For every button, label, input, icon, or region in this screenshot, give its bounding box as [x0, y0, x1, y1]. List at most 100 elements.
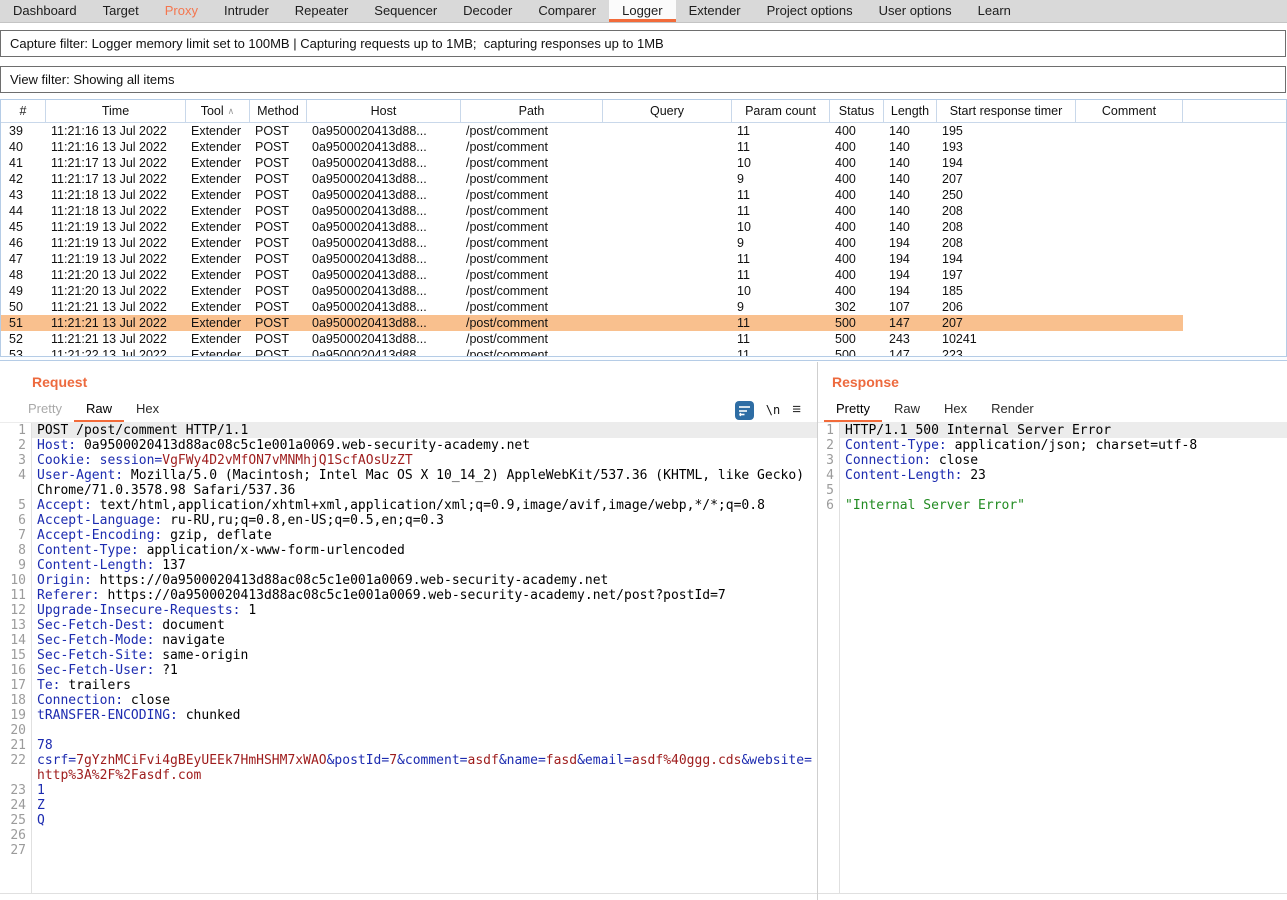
tab-hex[interactable]: Hex [124, 398, 171, 422]
view-filter-bar[interactable]: View filter: Showing all items [0, 66, 1286, 93]
column-header-param-count[interactable]: Param count [732, 100, 830, 122]
cell-status: 400 [830, 203, 884, 219]
column-header-path[interactable]: Path [461, 100, 603, 122]
cell-host: 0a9500020413d88... [307, 251, 461, 267]
line-number: 18 [0, 693, 32, 708]
tab-extender[interactable]: Extender [676, 0, 754, 22]
code-segment: POST /post/comment HTTP/1.1 [37, 423, 248, 438]
table-row[interactable]: 4311:21:18 13 Jul 2022ExtenderPOST0a9500… [1, 187, 1183, 203]
code-segment: Mozilla/5.0 (Macintosh; Intel Mac OS X 1… [131, 468, 804, 483]
code-line: Sec-Fetch-Dest: document [32, 618, 817, 633]
cell-time: 11:21:19 13 Jul 2022 [46, 235, 186, 251]
editor-menu-icon[interactable]: ≡ [792, 400, 801, 420]
table-row[interactable]: 3911:21:16 13 Jul 2022ExtenderPOST0a9500… [1, 123, 1183, 139]
tab-pretty[interactable]: Pretty [824, 398, 882, 422]
table-row[interactable]: 5011:21:21 13 Jul 2022ExtenderPOST0a9500… [1, 299, 1183, 315]
cell-time: 11:21:16 13 Jul 2022 [46, 139, 186, 155]
code-segment: ?1 [162, 663, 178, 678]
tab-learn[interactable]: Learn [965, 0, 1024, 22]
cell-time: 11:21:21 13 Jul 2022 [46, 331, 186, 347]
newline-toggle-icon[interactable]: \n [766, 403, 780, 417]
cell-path: /post/comment [461, 203, 603, 219]
code-line: Host: 0a9500020413d88ac08c5c1e001a0069.w… [32, 438, 817, 453]
code-segment: 0a9500020413d88ac08c5c1e001a0069.web-sec… [84, 438, 530, 453]
editor-line: Chrome/71.0.3578.98 Safari/537.36 [0, 483, 817, 498]
cell-comment [1076, 139, 1183, 155]
tab-user-options[interactable]: User options [866, 0, 965, 22]
tab-logger[interactable]: Logger [609, 0, 675, 22]
response-editor[interactable]: 1HTTP/1.1 500 Internal Server Error2Cont… [818, 422, 1287, 894]
editor-line: 231 [0, 783, 817, 798]
tab-render[interactable]: Render [979, 398, 1046, 422]
cell-comment [1076, 171, 1183, 187]
code-line: Cookie: session=VgFWy4D2vMfON7vMNMhjQ1Sc… [32, 453, 817, 468]
table-row[interactable]: 5111:21:21 13 Jul 2022ExtenderPOST0a9500… [1, 315, 1183, 331]
table-row[interactable]: 4611:21:19 13 Jul 2022ExtenderPOST0a9500… [1, 235, 1183, 251]
horizontal-splitter[interactable] [0, 356, 1287, 361]
column-header-query[interactable]: Query [603, 100, 732, 122]
cell-length: 194 [884, 235, 937, 251]
tab-pretty[interactable]: Pretty [16, 398, 74, 422]
line-number: 16 [0, 663, 32, 678]
tab-target[interactable]: Target [90, 0, 152, 22]
code-segment: https://0a9500020413d88ac08c5c1e001a0069… [100, 573, 609, 588]
code-segment: 1 [248, 603, 256, 618]
tab-repeater[interactable]: Repeater [282, 0, 361, 22]
code-segment: asdf [468, 753, 499, 768]
code-line [32, 843, 817, 858]
table-row[interactable]: 4011:21:16 13 Jul 2022ExtenderPOST0a9500… [1, 139, 1183, 155]
code-line: 78 [32, 738, 817, 753]
tab-comparer[interactable]: Comparer [525, 0, 609, 22]
tab-hex[interactable]: Hex [932, 398, 979, 422]
cell-timer: 206 [937, 299, 1076, 315]
table-row[interactable]: 5311:21:22 13 Jul 2022ExtenderPOST0a9500… [1, 347, 1183, 356]
table-row[interactable]: 4511:21:19 13 Jul 2022ExtenderPOST0a9500… [1, 219, 1183, 235]
column-header-method[interactable]: Method [250, 100, 307, 122]
code-segment: close [131, 693, 170, 708]
code-segment: Chrome/71.0.3578.98 Safari/537.36 [37, 483, 295, 498]
column-header-start-response-timer[interactable]: Start response timer [937, 100, 1076, 122]
tab-sequencer[interactable]: Sequencer [361, 0, 450, 22]
code-segment: User-Agent: [37, 468, 131, 483]
table-row[interactable]: 4411:21:18 13 Jul 2022ExtenderPOST0a9500… [1, 203, 1183, 219]
table-row[interactable]: 4211:21:17 13 Jul 2022ExtenderPOST0a9500… [1, 171, 1183, 187]
capture-filter-bar[interactable]: Capture filter: Logger memory limit set … [0, 30, 1286, 57]
table-row[interactable]: 4911:21:20 13 Jul 2022ExtenderPOST0a9500… [1, 283, 1183, 299]
column-header-num[interactable]: # [1, 100, 46, 122]
table-row[interactable]: 4711:21:19 13 Jul 2022ExtenderPOST0a9500… [1, 251, 1183, 267]
cell-query [603, 251, 732, 267]
line-number: 24 [0, 798, 32, 813]
column-header-tool[interactable]: Tool∧ [186, 100, 250, 122]
cell-param_count: 11 [732, 315, 830, 331]
editor-line: 12Upgrade-Insecure-Requests: 1 [0, 603, 817, 618]
tab-raw[interactable]: Raw [74, 398, 124, 422]
code-segment: Accept-Language: [37, 513, 170, 528]
tab-dashboard[interactable]: Dashboard [0, 0, 90, 22]
code-line: 1 [32, 783, 817, 798]
column-header-time[interactable]: Time [46, 100, 186, 122]
cell-status: 400 [830, 187, 884, 203]
cell-comment [1076, 187, 1183, 203]
cell-query [603, 331, 732, 347]
tab-decoder[interactable]: Decoder [450, 0, 525, 22]
cell-method: POST [250, 235, 307, 251]
column-header-length[interactable]: Length [884, 100, 937, 122]
column-header-host[interactable]: Host [307, 100, 461, 122]
cell-status: 400 [830, 123, 884, 139]
tab-proxy[interactable]: Proxy [152, 0, 211, 22]
column-header-status[interactable]: Status [830, 100, 884, 122]
request-editor[interactable]: 1POST /post/comment HTTP/1.12Host: 0a950… [0, 422, 817, 894]
tab-project-options[interactable]: Project options [754, 0, 866, 22]
editor-line: 27 [0, 843, 817, 858]
cell-time: 11:21:20 13 Jul 2022 [46, 283, 186, 299]
tab-raw[interactable]: Raw [882, 398, 932, 422]
table-row[interactable]: 4811:21:20 13 Jul 2022ExtenderPOST0a9500… [1, 267, 1183, 283]
logger-table-header: #TimeTool∧MethodHostPathQueryParam count… [1, 100, 1286, 123]
column-header-comment[interactable]: Comment [1076, 100, 1183, 122]
table-row[interactable]: 4111:21:17 13 Jul 2022ExtenderPOST0a9500… [1, 155, 1183, 171]
word-wrap-icon[interactable] [735, 401, 754, 420]
table-row[interactable]: 5211:21:21 13 Jul 2022ExtenderPOST0a9500… [1, 331, 1183, 347]
code-segment: 7 [389, 753, 397, 768]
cell-tool: Extender [186, 347, 250, 356]
tab-intruder[interactable]: Intruder [211, 0, 282, 22]
